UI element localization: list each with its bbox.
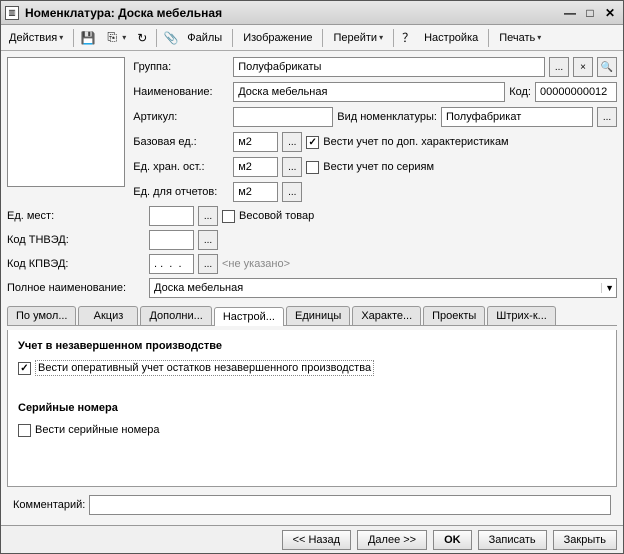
baseunit-input[interactable] [233, 132, 278, 152]
weight-checkbox[interactable] [222, 210, 235, 223]
tab-excise[interactable]: Акциз [78, 306, 138, 325]
toolbar: Действия▾ 💾 ⎘▾ ↻ 📎 Файлы Изображение Пер… [1, 25, 623, 51]
placeunit-more-button[interactable]: ... [198, 206, 218, 226]
close-window-button[interactable]: ✕ [601, 5, 619, 21]
tab-characteristics[interactable]: Характе... [352, 306, 421, 325]
code-label: Код: [509, 86, 531, 98]
serials-checkbox[interactable] [18, 424, 31, 437]
nomtype-label: Вид номенклатуры: [337, 111, 437, 123]
comment-label: Комментарий: [13, 499, 85, 511]
wip-label: Вести оперативный учет остатков незаверш… [35, 360, 374, 376]
group-label: Группа: [133, 61, 229, 73]
tab-default[interactable]: По умол... [7, 306, 76, 325]
dropdown-icon: ▼ [601, 283, 614, 293]
print-menu[interactable]: Печать▾ [495, 30, 545, 46]
baseunit-label: Базовая ед.: [133, 136, 229, 148]
bottom-bar: << Назад Далее >> OK Записать Закрыть [1, 525, 623, 553]
fullname-input[interactable]: Доска мебельная ▼ [149, 278, 617, 298]
refresh-icon[interactable]: ↻ [134, 30, 150, 46]
save-button[interactable]: Записать [478, 530, 547, 550]
nomtype-input[interactable] [441, 107, 593, 127]
app-icon: ▥ [5, 6, 19, 20]
baseunit-more-button[interactable]: ... [282, 132, 302, 152]
code-input[interactable] [535, 82, 617, 102]
nomtype-more-button[interactable]: ... [597, 107, 617, 127]
comment-input[interactable] [89, 495, 611, 515]
group-more-button[interactable]: ... [549, 57, 569, 77]
tab-projects[interactable]: Проекты [423, 306, 485, 325]
repunit-input[interactable] [233, 182, 278, 202]
tab-units[interactable]: Единицы [286, 306, 350, 325]
settings-menu[interactable]: Настройка [420, 30, 482, 46]
tab-settings[interactable]: Настрой... [214, 307, 284, 326]
window-title: Номенклатура: Доска мебельная [25, 6, 559, 20]
tab-barcodes[interactable]: Штрих-к... [487, 306, 556, 325]
group-input[interactable] [233, 57, 545, 77]
ok-button[interactable]: OK [433, 530, 472, 550]
serials-label: Вести серийные номера [35, 424, 159, 436]
help-icon[interactable]: ？ [400, 30, 416, 46]
storunit-input[interactable] [233, 157, 278, 177]
addlchars-checkbox[interactable]: ✓ [306, 136, 319, 149]
actions-menu[interactable]: Действия▾ [5, 30, 67, 46]
wip-checkbox[interactable]: ✓ [18, 362, 31, 375]
serials-section-title: Серийные номера [18, 402, 606, 414]
tnved-input[interactable] [149, 230, 194, 250]
storunit-label: Ед. хран. ост.: [133, 161, 229, 173]
next-button[interactable]: Далее >> [357, 530, 427, 550]
weight-label: Весовой товар [239, 210, 314, 222]
back-button[interactable]: << Назад [282, 530, 351, 550]
window: ▥ Номенклатура: Доска мебельная — □ ✕ Де… [0, 0, 624, 554]
copy-icon[interactable]: ⎘▾ [100, 28, 130, 48]
kpved-hint: <не указано> [222, 258, 290, 270]
save-icon[interactable]: 💾 [80, 30, 96, 46]
addlchars-label: Вести учет по доп. характеристикам [323, 136, 508, 148]
placeunit-label: Ед. мест: [7, 210, 145, 222]
sku-input[interactable] [233, 107, 333, 127]
tab-additional[interactable]: Дополни... [140, 306, 211, 325]
tnved-label: Код ТНВЭД: [7, 234, 145, 246]
kpved-more-button[interactable]: ... [198, 254, 218, 274]
fullname-label: Полное наименование: [7, 282, 145, 294]
series-checkbox[interactable] [306, 161, 319, 174]
files-menu[interactable]: Файлы [183, 30, 226, 46]
placeunit-input[interactable] [149, 206, 194, 226]
group-search-button[interactable]: 🔍 [597, 57, 617, 77]
name-input[interactable] [233, 82, 505, 102]
group-clear-button[interactable]: × [573, 57, 593, 77]
image-placeholder[interactable] [7, 57, 125, 187]
storunit-more-button[interactable]: ... [282, 157, 302, 177]
kpved-input[interactable] [149, 254, 194, 274]
maximize-button[interactable]: □ [581, 5, 599, 21]
tabs: По умол... Акциз Дополни... Настрой... Е… [7, 306, 617, 326]
repunit-more-button[interactable]: ... [282, 182, 302, 202]
series-label: Вести учет по сериям [323, 161, 434, 173]
goto-menu[interactable]: Перейти▾ [329, 30, 387, 46]
content: Группа: ... × 🔍 Наименование: Код: Артик… [1, 51, 623, 525]
tab-body: Учет в незавершенном производстве ✓ Вест… [7, 330, 617, 487]
close-button[interactable]: Закрыть [553, 530, 617, 550]
minimize-button[interactable]: — [561, 5, 579, 21]
tnved-more-button[interactable]: ... [198, 230, 218, 250]
kpved-label: Код КПВЭД: [7, 258, 145, 270]
repunit-label: Ед. для отчетов: [133, 186, 229, 198]
name-label: Наименование: [133, 86, 229, 98]
titlebar: ▥ Номенклатура: Доска мебельная — □ ✕ [1, 1, 623, 25]
sku-label: Артикул: [133, 111, 229, 123]
attach-icon[interactable]: 📎 [163, 30, 179, 46]
wip-section-title: Учет в незавершенном производстве [18, 340, 606, 352]
image-menu[interactable]: Изображение [239, 30, 316, 46]
